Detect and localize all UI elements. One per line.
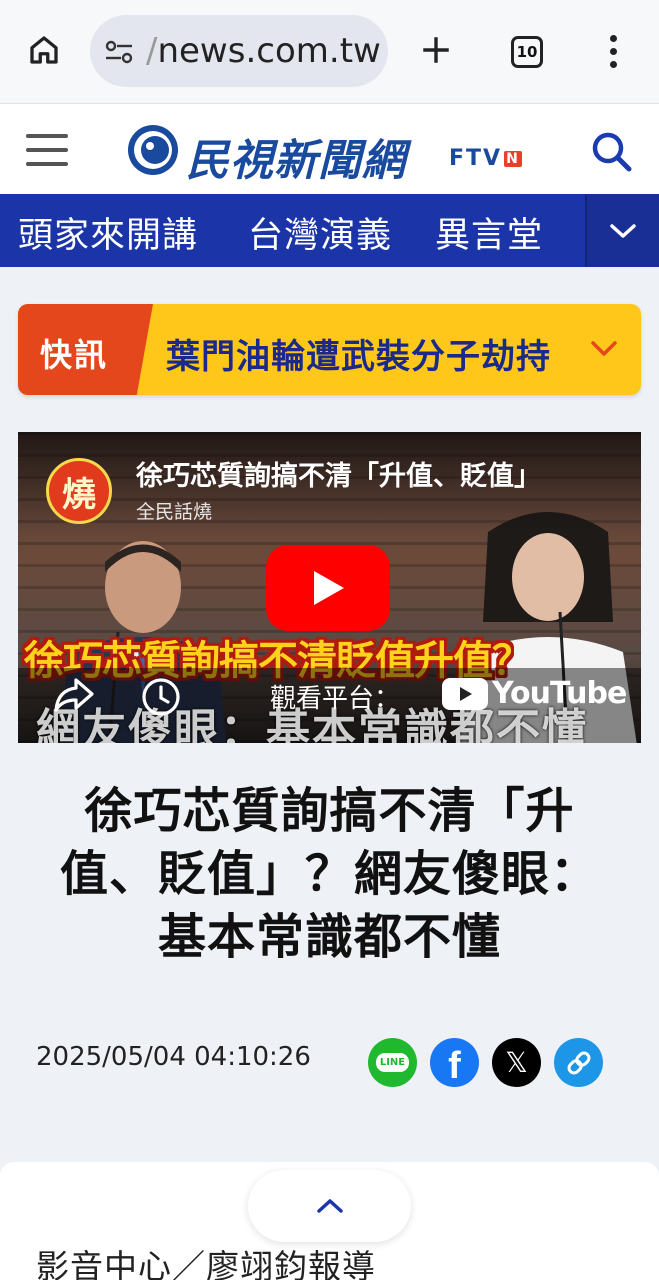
breaking-headline[interactable]: 葉門油輪遭武裝分子劫持 [166, 329, 551, 378]
play-icon [314, 571, 344, 605]
new-tab-icon[interactable] [412, 26, 460, 74]
watch-later-icon[interactable] [140, 676, 182, 722]
site-header: 民視新聞網 FTV N [0, 104, 659, 194]
logo-text: 民視新聞網 [186, 136, 406, 186]
youtube-wordmark: YouTube [492, 676, 627, 711]
chevron-up-icon [316, 1199, 343, 1213]
browser-toolbar: /news.com.tw 10 [0, 0, 659, 104]
url-text: /news.com.tw [146, 31, 381, 71]
chevron-down-icon [610, 223, 636, 238]
nav-item-taiwan-yanyi[interactable]: 台灣演義 [248, 207, 392, 258]
copy-link-button[interactable] [554, 1038, 603, 1087]
breaking-news-bar[interactable]: 快訊 葉門油輪遭武裝分子劫持 [18, 304, 641, 395]
share-facebook-button[interactable]: f [430, 1038, 479, 1087]
line-icon: LINE [375, 1053, 410, 1072]
video-player[interactable]: 燒 徐巧芯質詢搞不清「升值、貶值」 全民話燒 徐巧芯質詢搞不清貶值升值？ 網友傻… [18, 432, 641, 743]
article-headline: 徐巧芯質詢搞不清「升 值、貶值」？網友傻眼： 基本常識都不懂 [22, 780, 637, 969]
play-button[interactable] [266, 545, 390, 631]
category-nav: 頭家來開講 台灣演義 異言堂 [0, 194, 659, 267]
logo-sub: FTV N [449, 146, 522, 171]
article-byline: 影音中心／廖翊鈞報導 [36, 1247, 376, 1280]
site-logo[interactable]: 民視新聞網 FTV N [124, 122, 534, 186]
scroll-to-top-button[interactable] [248, 1170, 411, 1242]
facebook-icon: f [448, 1045, 461, 1087]
video-channel-name[interactable]: 全民話燒 [136, 497, 212, 524]
logo-badge: N [504, 151, 522, 167]
site-settings-icon[interactable] [104, 39, 134, 69]
x-icon: 𝕏 [505, 1047, 528, 1078]
headline-line-1: 徐巧芯質詢搞不清「升 [84, 783, 575, 839]
logo-eye-icon [128, 125, 178, 175]
headline-line-3: 基本常識都不懂 [157, 909, 501, 965]
hamburger-menu-icon[interactable] [26, 134, 68, 166]
share-line-button[interactable]: LINE [368, 1038, 417, 1087]
share-x-button[interactable]: 𝕏 [492, 1038, 541, 1087]
share-arrow-icon[interactable] [52, 674, 96, 718]
youtube-link[interactable]: YouTube [442, 676, 627, 711]
nav-item-touka[interactable]: 頭家來開講 [18, 207, 198, 258]
search-icon[interactable] [590, 130, 634, 174]
headline-line-2: 值、貶值」？網友傻眼： [59, 846, 599, 902]
logo-sub-text: FTV [449, 146, 503, 171]
home-icon[interactable] [20, 26, 68, 74]
address-bar[interactable]: /news.com.tw [90, 15, 388, 87]
browser-menu-icon[interactable] [610, 35, 618, 74]
breaking-tag-label: 快訊 [40, 336, 109, 374]
video-title[interactable]: 徐巧芯質詢搞不清「升值、貶值」 [136, 454, 541, 493]
chevron-down-icon[interactable] [590, 340, 618, 362]
url-domain: news.com.tw [157, 31, 381, 71]
nav-expand-button[interactable] [585, 194, 659, 267]
url-prefix: / [146, 31, 158, 71]
youtube-icon [442, 677, 488, 710]
breaking-tag: 快訊 [18, 304, 153, 395]
nav-item-yiyantang[interactable]: 異言堂 [435, 207, 543, 258]
tab-switcher-button[interactable]: 10 [511, 36, 543, 68]
publish-date: 2025/05/04 04:10:26 [36, 1042, 311, 1072]
link-icon [567, 1051, 590, 1074]
channel-avatar[interactable]: 燒 [46, 458, 112, 524]
watch-on-label: 觀看平台： [270, 684, 401, 714]
